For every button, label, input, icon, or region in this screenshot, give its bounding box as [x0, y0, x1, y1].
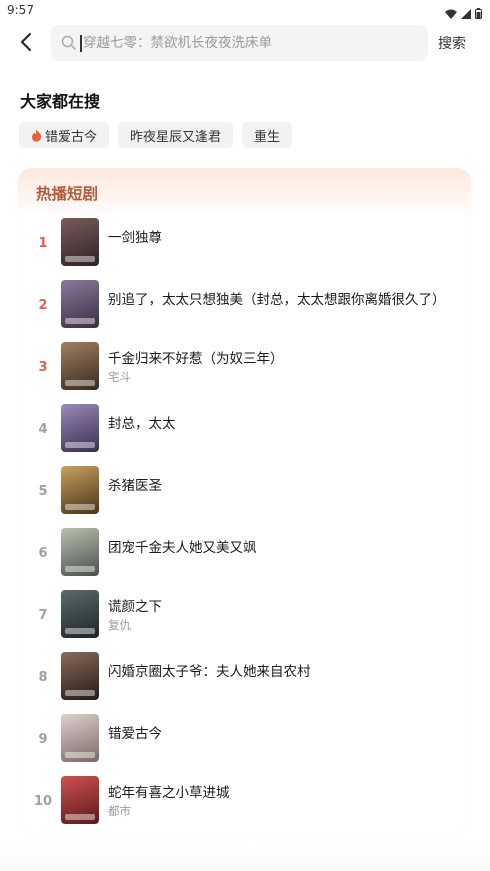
chevron-left-icon: [20, 32, 32, 56]
rank-number: 9: [38, 732, 48, 747]
drama-row[interactable]: 8 闪婚京圈太子爷：夫人她来自农村: [18, 652, 471, 708]
rank-number: 4: [38, 422, 48, 437]
rank-number: 3: [38, 360, 48, 375]
search-box[interactable]: [51, 25, 428, 61]
drama-poster: [61, 280, 99, 328]
rank-number: 1: [38, 236, 48, 251]
drama-tag: 都市: [108, 804, 131, 818]
hot-dramas-header: 热播短剧: [18, 168, 471, 218]
drama-row[interactable]: 9 错爱古今: [18, 714, 471, 770]
battery-icon: [475, 4, 482, 23]
text-caret: [80, 35, 82, 52]
rank-number: 5: [38, 484, 48, 499]
drama-title: 蛇年有喜之小草进城: [108, 785, 230, 801]
search-chip[interactable]: 错爱古今: [19, 122, 110, 148]
drama-poster: [61, 528, 99, 576]
drama-row[interactable]: 4 封总，太太: [18, 404, 471, 460]
wifi-icon: [445, 4, 457, 23]
drama-poster: [61, 714, 99, 762]
popular-searches-title: 大家都在搜: [20, 92, 101, 111]
status-time: 9:57: [7, 3, 34, 17]
drama-tag: 复仇: [108, 618, 131, 632]
drama-tag: 宅斗: [108, 370, 131, 384]
popular-search-chips: 错爱古今 昨夜星辰又逢君 重生: [19, 122, 293, 148]
rank-number: 8: [38, 670, 48, 685]
chip-label: 昨夜星辰又逢君: [130, 129, 222, 145]
search-chip[interactable]: 昨夜星辰又逢君: [118, 122, 234, 148]
drama-title: 千金归来不好惹（为奴三年）: [108, 351, 284, 367]
drama-row[interactable]: 7 谎颜之下 复仇: [18, 590, 471, 646]
drama-row[interactable]: 3 千金归来不好惹（为奴三年） 宅斗: [18, 342, 471, 398]
drama-title: 错爱古今: [108, 726, 162, 742]
search-chip[interactable]: 重生: [242, 122, 293, 148]
drama-title: 一剑独尊: [108, 230, 162, 246]
hot-dramas-panel: 热播短剧 1 一剑独尊 2 别追了，太太只想独美（封总，太太想跟你离婚很久了） …: [18, 168, 471, 832]
bottom-fade: [0, 845, 490, 871]
drama-poster: [61, 590, 99, 638]
drama-title: 闪婚京圈太子爷：夫人她来自农村: [108, 664, 311, 680]
search-icon: [61, 35, 76, 54]
drama-title: 杀猪医圣: [108, 478, 162, 494]
drama-row[interactable]: 2 别追了，太太只想独美（封总，太太想跟你离婚很久了）: [18, 280, 471, 336]
search-header: 搜索: [0, 24, 490, 64]
drama-title: 团宠千金夫人她又美又飒: [108, 540, 257, 556]
drama-row[interactable]: 6 团宠千金夫人她又美又飒: [18, 528, 471, 584]
signal-icon: [461, 4, 471, 23]
drama-poster: [61, 218, 99, 266]
chip-label: 错爱古今: [45, 129, 98, 145]
rank-number: 2: [38, 298, 48, 313]
drama-row[interactable]: 10 蛇年有喜之小草进城 都市: [18, 776, 471, 832]
drama-row[interactable]: 1 一剑独尊: [18, 218, 471, 274]
flame-icon: [31, 129, 42, 142]
rank-number: 10: [33, 794, 53, 809]
search-input[interactable]: [83, 25, 418, 61]
drama-row[interactable]: 5 杀猪医圣: [18, 466, 471, 522]
rank-number: 7: [38, 608, 48, 623]
drama-poster: [61, 342, 99, 390]
drama-poster: [61, 466, 99, 514]
drama-title: 封总，太太: [108, 416, 176, 432]
drama-poster: [61, 404, 99, 452]
status-bar: 9:57: [0, 0, 490, 22]
status-icons: [445, 4, 482, 23]
chip-label: 重生: [254, 129, 281, 145]
rank-number: 6: [38, 546, 48, 561]
drama-poster: [61, 652, 99, 700]
drama-title: 谎颜之下: [108, 599, 162, 615]
search-button[interactable]: 搜索: [438, 33, 466, 53]
drama-poster: [61, 776, 99, 824]
back-button[interactable]: [14, 31, 38, 57]
hot-dramas-title: 热播短剧: [36, 185, 99, 203]
drama-title: 别追了，太太只想独美（封总，太太想跟你离婚很久了）: [108, 292, 446, 308]
